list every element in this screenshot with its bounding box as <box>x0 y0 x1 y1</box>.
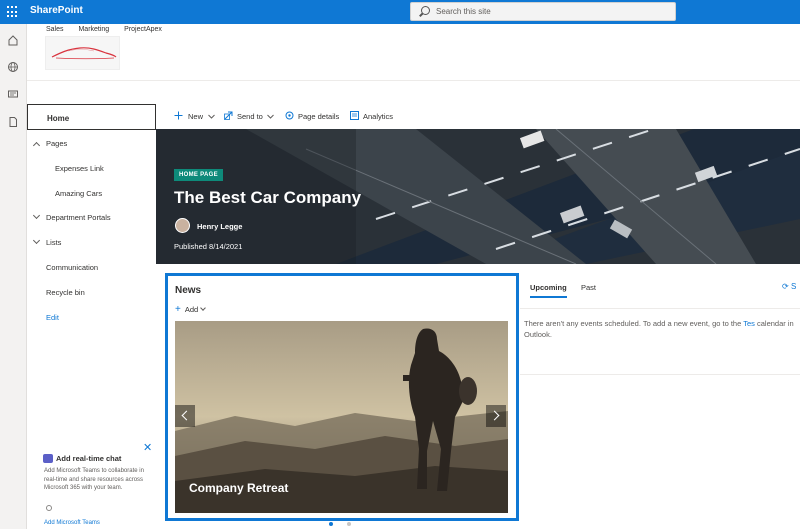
sync-label: S <box>790 282 797 291</box>
gear-icon <box>285 111 294 120</box>
events-webpart: Upcoming Past ⟳ S There aren't any event… <box>520 273 800 376</box>
close-icon[interactable]: ✕ <box>143 441 152 454</box>
previous-arrow-button[interactable] <box>175 405 195 427</box>
nav-item-lists[interactable]: Lists <box>46 238 61 247</box>
page-details-button[interactable]: Page details <box>298 112 339 121</box>
send-icon <box>224 111 233 120</box>
globe-icon[interactable] <box>7 61 19 73</box>
nav-home-label: Home <box>47 114 70 123</box>
teams-icon <box>43 454 53 463</box>
chevron-up-icon[interactable] <box>32 141 41 150</box>
chevron-down-icon <box>200 305 207 311</box>
sync-button[interactable]: ⟳ S <box>782 282 796 291</box>
hero-badge: HOME PAGE <box>174 169 223 181</box>
nav-item-amazing-cars[interactable]: Amazing Cars <box>55 189 102 198</box>
chat-promo-body: Add Microsoft Teams to collaborate in re… <box>44 468 144 491</box>
news-title: News <box>175 285 202 296</box>
search-icon <box>421 6 430 15</box>
tab-past[interactable]: Past <box>581 283 596 292</box>
search-box[interactable]: Search this site <box>410 2 676 21</box>
add-teams-link[interactable]: Add Microsoft Teams <box>44 520 100 526</box>
hero-banner: HOME PAGE The Best Car Company Henry Leg… <box>156 129 800 264</box>
plus-icon: + <box>175 304 181 315</box>
nav-item-home[interactable]: Home <box>27 104 156 130</box>
chevron-down-icon[interactable] <box>32 211 41 220</box>
add-news-label: Add <box>184 305 199 314</box>
add-news-button[interactable]: + Add <box>175 304 207 315</box>
plus-icon <box>174 111 183 120</box>
search-placeholder: Search this site <box>436 7 491 16</box>
new-button[interactable]: New <box>188 112 203 121</box>
events-divider <box>520 374 800 375</box>
hub-navigation: Sales Marketing ProjectApex <box>46 26 175 33</box>
chat-promo-title: Add real-time chat <box>56 454 122 463</box>
command-bar: New Send to Page details Analytics <box>156 103 800 129</box>
nav-item-pages[interactable]: Pages <box>46 139 67 148</box>
pager-dot[interactable] <box>347 522 351 526</box>
nav-item-recycle-bin[interactable]: Recycle bin <box>46 288 85 297</box>
calendar-link[interactable]: Tes <box>743 319 755 328</box>
site-logo[interactable] <box>45 36 120 70</box>
send-to-button[interactable]: Send to <box>237 112 263 121</box>
page-title: The Best Car Company <box>174 188 362 207</box>
nav-item-expenses-link[interactable]: Expenses Link <box>55 164 104 173</box>
news-carousel-image[interactable]: Company Retreat <box>175 321 508 513</box>
no-events-message: There aren't any events scheduled. To ad… <box>524 318 800 340</box>
analytics-button[interactable]: Analytics <box>363 112 393 121</box>
chevron-down-icon[interactable] <box>32 236 41 245</box>
no-events-text: There aren't any events scheduled. To ad… <box>524 319 744 328</box>
chevron-down-icon <box>267 114 274 119</box>
analytics-icon <box>350 111 359 120</box>
suite-bar: SharePoint Search this site <box>0 0 800 24</box>
news-icon[interactable] <box>7 88 19 100</box>
teams-chat-promo: ✕ Add real-time chat Add Microsoft Teams… <box>27 436 156 529</box>
app-name[interactable]: SharePoint <box>30 5 83 16</box>
hub-nav-sales[interactable]: Sales <box>46 26 64 33</box>
header-divider <box>27 80 800 81</box>
app-launcher-icon[interactable] <box>6 5 20 19</box>
tab-upcoming[interactable]: Upcoming <box>530 283 567 298</box>
sync-icon: ⟳ <box>782 282 789 291</box>
hub-nav-projectapex[interactable]: ProjectApex <box>124 26 162 33</box>
nav-item-department-portals[interactable]: Department Portals <box>46 213 111 222</box>
home-icon[interactable] <box>7 34 19 46</box>
hub-nav-marketing[interactable]: Marketing <box>78 26 109 33</box>
news-item-title[interactable]: Company Retreat <box>189 481 288 495</box>
tabs-divider <box>520 308 800 309</box>
info-icon <box>46 505 52 511</box>
chevron-down-icon <box>208 114 215 119</box>
pager-dot-active[interactable] <box>329 522 333 526</box>
author-name[interactable]: Henry Legge <box>197 222 242 231</box>
page-icon[interactable] <box>7 116 19 128</box>
published-date: Published 8/14/2021 <box>174 242 243 251</box>
next-arrow-button[interactable] <box>486 405 506 427</box>
author-avatar[interactable] <box>175 218 190 233</box>
nav-edit-link[interactable]: Edit <box>46 313 59 322</box>
nav-item-communication[interactable]: Communication <box>46 263 98 272</box>
app-rail <box>0 24 27 529</box>
car-logo-image <box>51 47 117 60</box>
news-webpart[interactable]: News + Add Company Retreat <box>165 273 519 521</box>
carousel-pager <box>329 522 353 527</box>
